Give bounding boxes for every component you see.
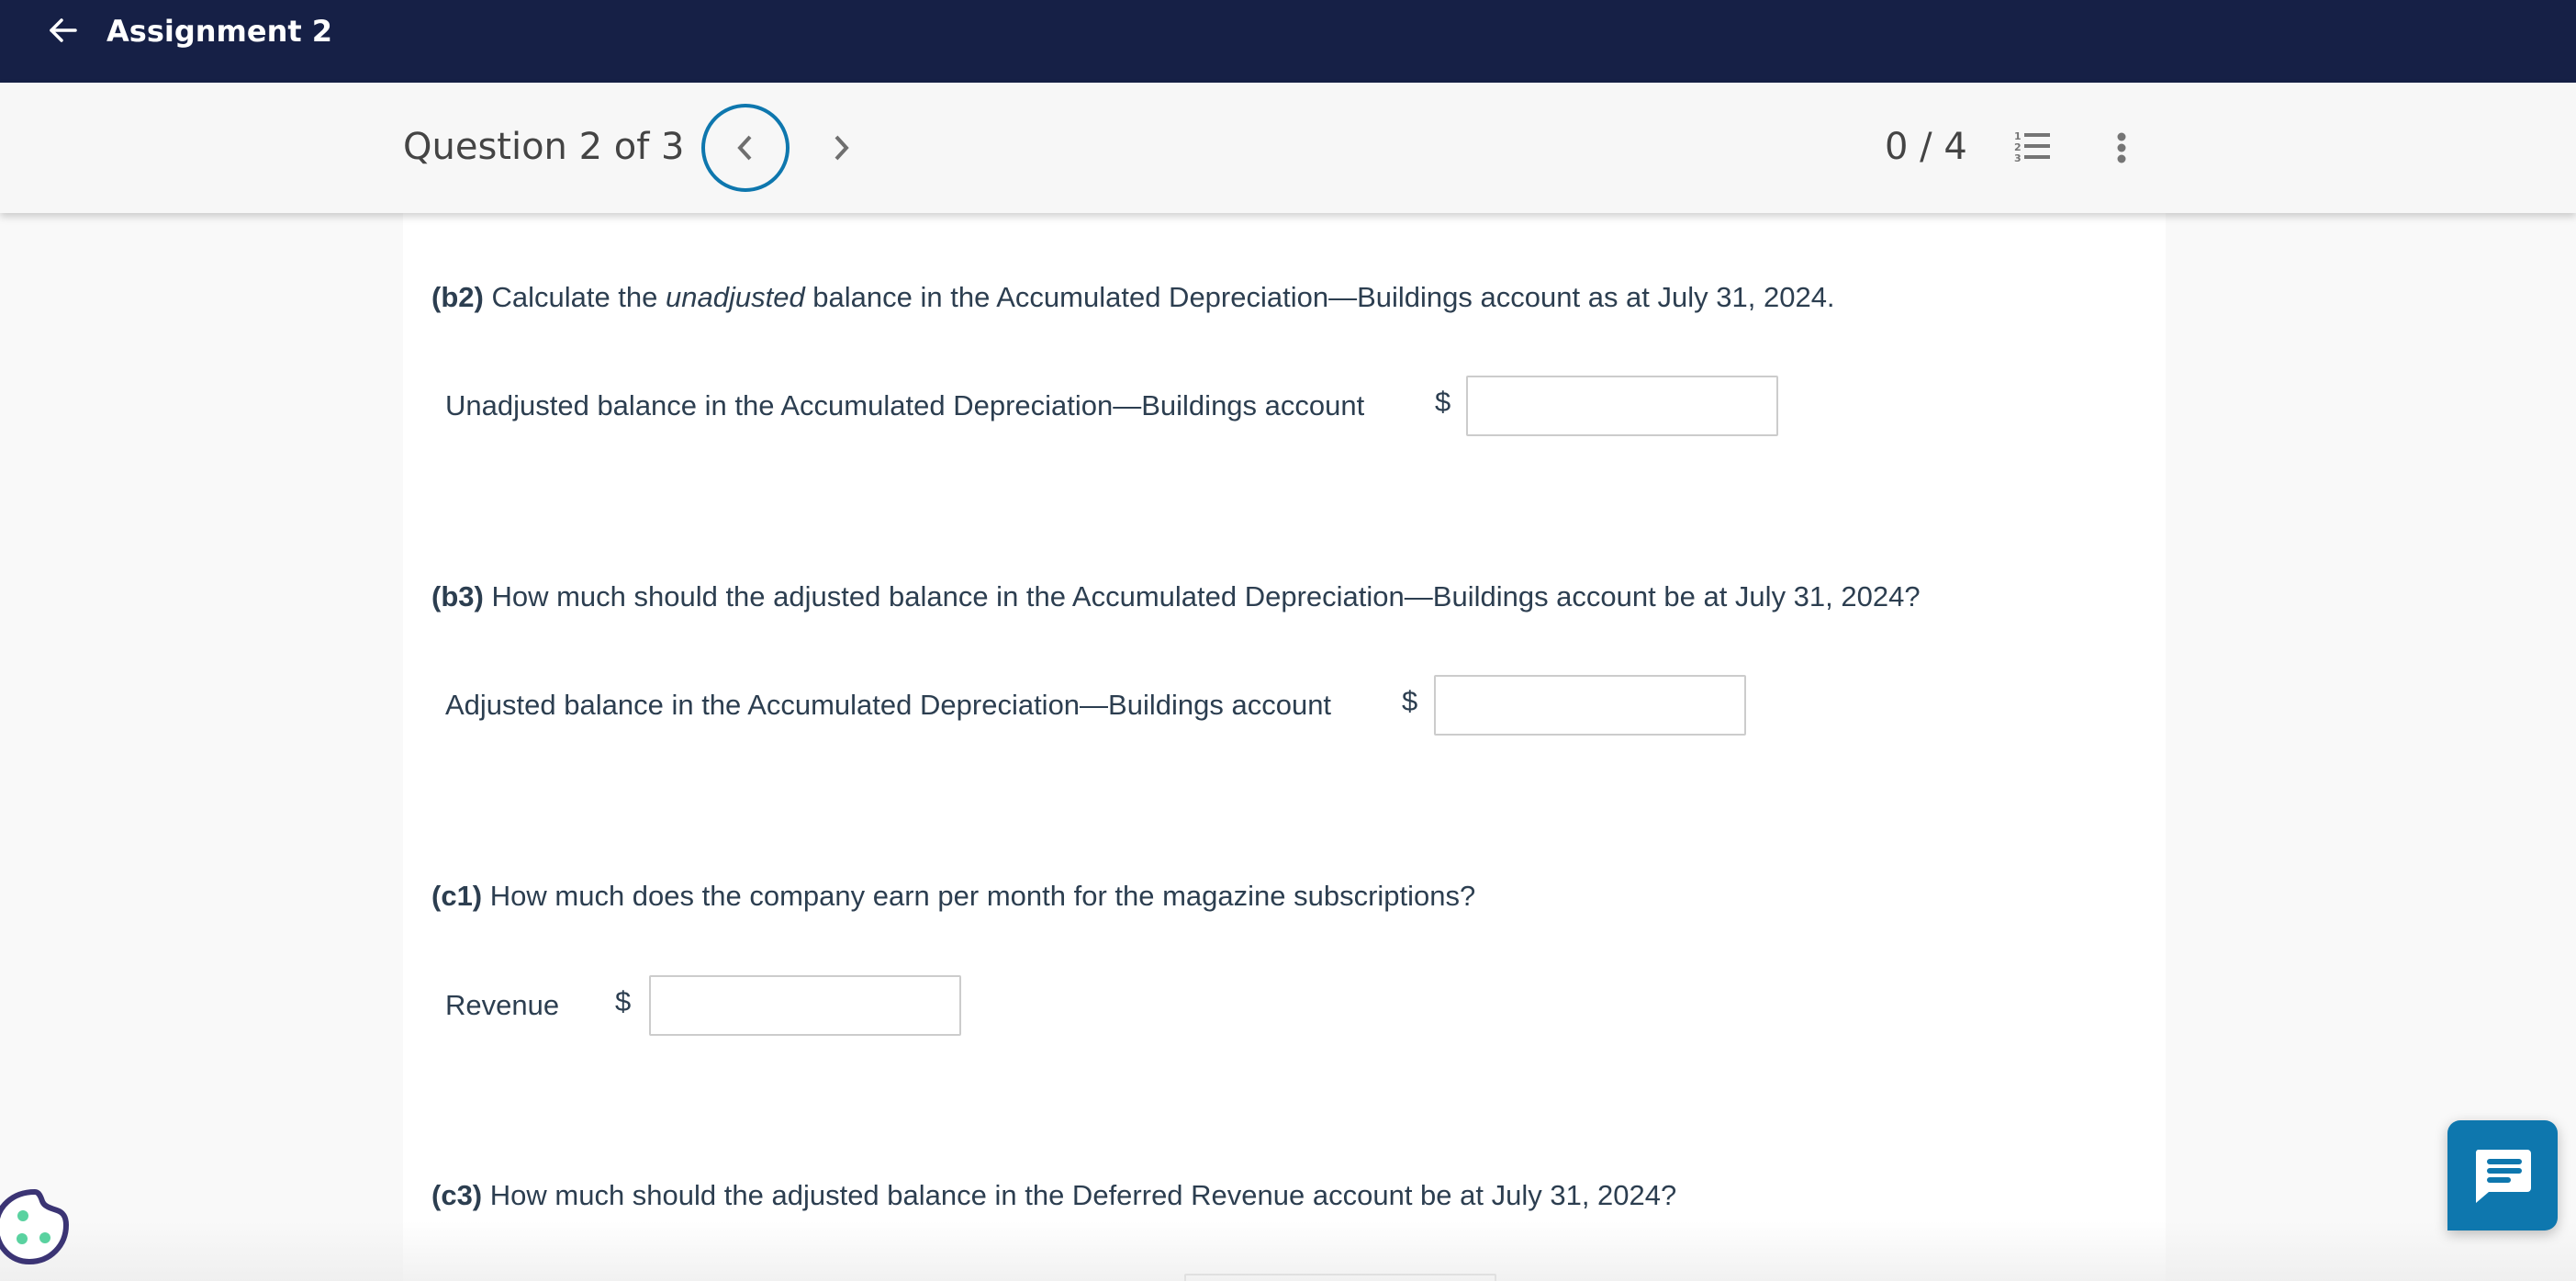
question-c1: (c1) How much does the company earn per … bbox=[431, 878, 1475, 915]
question-tag: (c3) bbox=[431, 1179, 483, 1211]
deferred-revenue-input[interactable] bbox=[1184, 1274, 1496, 1281]
question-tag: (c1) bbox=[431, 880, 483, 912]
chat-message-icon bbox=[2475, 1150, 2531, 1203]
question-tag: (b3) bbox=[431, 580, 484, 612]
question-b2: (b2) Calculate the unadjusted balance in… bbox=[431, 279, 1835, 316]
chevron-right-icon bbox=[834, 135, 849, 161]
assignment-title: Assignment 2 bbox=[106, 14, 333, 49]
chat-button[interactable] bbox=[2447, 1120, 2558, 1230]
field-label: Unadjusted balance in the Accumulated De… bbox=[445, 389, 1365, 421]
question-b3: (b3) How much should the adjusted balanc… bbox=[431, 579, 1921, 615]
unadjusted-balance-input[interactable] bbox=[1466, 376, 1778, 436]
question-text: Calculate the bbox=[483, 281, 666, 313]
top-bar: Assignment 2 bbox=[0, 0, 2576, 83]
question-text: balance in the Accumulated Depreciation—… bbox=[804, 281, 1835, 313]
question-counter: Question 2 of 3 bbox=[403, 126, 685, 168]
question-text: How much does the company earn per month… bbox=[482, 880, 1476, 912]
question-text: How much should the adjusted balance in … bbox=[482, 1179, 1677, 1211]
previous-question-button[interactable] bbox=[701, 104, 790, 192]
more-vertical-icon bbox=[2117, 132, 2126, 163]
arrow-left-icon bbox=[50, 18, 77, 42]
next-question-button[interactable] bbox=[819, 126, 863, 170]
question-tag: (b2) bbox=[431, 281, 484, 313]
question-list-button[interactable]: 1 2 3 bbox=[2010, 127, 2055, 169]
currency-symbol: $ bbox=[615, 985, 632, 1017]
question-text: How much should the adjusted balance in … bbox=[483, 580, 1921, 612]
back-button[interactable] bbox=[42, 13, 83, 53]
question-c3: (c3) How much should the adjusted balanc… bbox=[431, 1177, 1676, 1214]
currency-symbol: $ bbox=[1435, 386, 1451, 418]
adjusted-balance-input[interactable] bbox=[1434, 675, 1746, 736]
more-options-button[interactable] bbox=[2108, 127, 2135, 169]
score: 0 / 4 bbox=[1885, 126, 1967, 168]
question-navigation-bar: Question 2 of 3 0 / 4 1 2 3 bbox=[0, 83, 2576, 213]
question-emphasis: unadjusted bbox=[666, 281, 805, 313]
revenue-input[interactable] bbox=[649, 975, 961, 1036]
numbered-list-icon: 1 2 3 bbox=[2014, 130, 2050, 164]
chevron-left-icon bbox=[737, 135, 752, 161]
cookie-settings-button[interactable] bbox=[0, 1185, 72, 1276]
field-label: Adjusted balance in the Accumulated Depr… bbox=[445, 689, 1332, 721]
field-label: Revenue bbox=[445, 989, 560, 1021]
svg-text:3: 3 bbox=[2014, 152, 2022, 164]
cookie-icon bbox=[0, 1189, 69, 1264]
currency-symbol: $ bbox=[1402, 685, 1418, 717]
question-card bbox=[403, 213, 2166, 1281]
